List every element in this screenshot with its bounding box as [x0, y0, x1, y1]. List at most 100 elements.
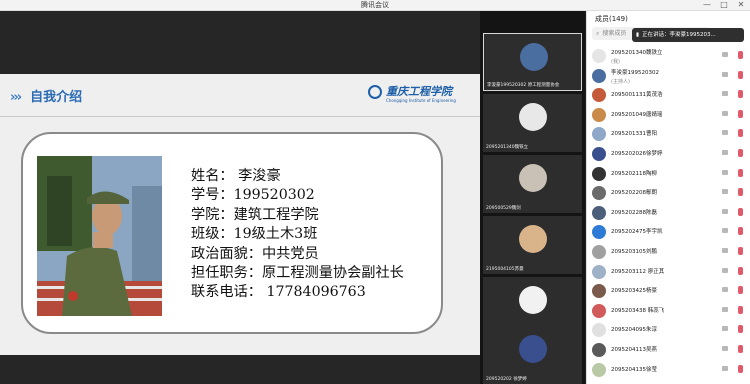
member-avatar: [592, 147, 606, 161]
mic-muted-icon[interactable]: [738, 51, 743, 59]
tile-name: 2195004105苏曼: [486, 267, 524, 272]
member-row[interactable]: 2095202118陶柳: [588, 165, 748, 183]
mic-muted-icon[interactable]: [738, 325, 743, 334]
member-row[interactable]: 2095203112 廖正其: [588, 263, 748, 281]
member-row[interactable]: 李浚豪199520302 (主持人): [588, 67, 748, 85]
video-tile[interactable]: 李浚豪199520302 原工程测量协会: [483, 33, 582, 91]
presentation-slide: ››› 自我介绍 重庆工程学院 Chongqing Institute of En…: [0, 74, 480, 355]
member-row[interactable]: 2095202208鄢朗: [588, 184, 748, 202]
mic-muted-icon[interactable]: [738, 286, 743, 295]
member-name: 2095203112 廖正其: [611, 268, 665, 275]
info-college: 学院：建筑工程学院: [191, 206, 319, 223]
mic-muted-icon[interactable]: [738, 266, 743, 275]
camera-off-icon: [722, 267, 728, 273]
mic-muted-icon[interactable]: [738, 70, 743, 79]
member-name: 2095202288陈磊: [611, 209, 657, 216]
member-name: 李浚豪199520302: [611, 69, 659, 76]
member-avatar: [592, 264, 606, 279]
member-row[interactable]: 2095202026徐梦婷: [588, 145, 748, 163]
member-avatar: [592, 303, 606, 318]
video-tile[interactable]: 209500529魏剑: [483, 155, 582, 213]
video-gallery[interactable]: 李浚豪199520302 原工程测量协会 2095201340魏铁立 20950…: [480, 11, 585, 384]
info-name: 姓名： 李浚豪: [191, 168, 281, 184]
speaker-icon: ▮: [636, 32, 640, 38]
slide-header: ››› 自我介绍: [10, 86, 82, 105]
slide-title: 自我介绍: [30, 90, 83, 105]
member-name: 2095204113吴燕: [611, 347, 657, 353]
camera-off-icon: [722, 346, 728, 351]
member-avatar: [592, 127, 606, 142]
video-tile[interactable]: 2195004105苏曼: [483, 216, 582, 274]
avatar: [519, 225, 547, 253]
member-row[interactable]: 2095203105刘鹏: [588, 243, 748, 261]
mic-muted-icon[interactable]: [738, 109, 743, 118]
member-name: 2095202475李宇凯: [611, 229, 663, 236]
member-avatar: [592, 166, 606, 181]
member-name: 2095201331曹阳: [611, 131, 657, 138]
member-name: 2095204135徐莹: [611, 366, 657, 373]
camera-off-icon: [722, 326, 728, 332]
mic-muted-icon[interactable]: [738, 364, 743, 373]
member-name: 2095202026徐梦婷: [611, 151, 663, 157]
member-avatar: [592, 284, 606, 299]
info-student-id: 学号：199520302: [191, 187, 315, 204]
mic-muted-icon[interactable]: [738, 129, 743, 138]
member-row[interactable]: 2095204095朱淳: [588, 321, 748, 339]
portrait-photo: [37, 156, 162, 316]
avatar: [519, 335, 547, 363]
tile-name: 李浚豪199520302 原工程测量协会: [487, 83, 560, 88]
member-row[interactable]: 2095203425杨豪: [588, 282, 748, 300]
member-avatar: [592, 205, 606, 220]
member-avatar: [592, 323, 606, 338]
member-row[interactable]: 2095202288陈磊: [588, 204, 748, 222]
camera-off-icon: [722, 150, 728, 155]
member-row[interactable]: 2095201049唐婧瑶: [588, 106, 748, 124]
camera-off-icon: [722, 248, 728, 253]
video-tile[interactable]: 2095201340魏铁立: [483, 94, 582, 152]
member-row[interactable]: 2095204113吴燕: [588, 341, 748, 359]
school-seal-icon: [368, 85, 382, 99]
member-avatar: [592, 225, 606, 240]
member-name: 2095203438 韩蕊飞: [611, 307, 665, 314]
mic-muted-icon[interactable]: [738, 305, 743, 314]
mic-muted-icon[interactable]: [738, 247, 743, 255]
member-row[interactable]: 2095204135徐莹: [588, 361, 748, 379]
member-avatar: [592, 107, 606, 122]
info-political-status: 政治面貌：中共党员: [191, 245, 319, 262]
member-row[interactable]: 2095001131黄茂浩: [588, 86, 748, 104]
mic-muted-icon[interactable]: [738, 90, 743, 99]
maximize-button[interactable]: □: [717, 0, 731, 10]
minimize-button[interactable]: —: [700, 0, 714, 10]
video-tile[interactable]: 209520202 徐梦婷: [483, 326, 582, 384]
member-avatar: [592, 49, 606, 63]
member-name: 2095204095朱淳: [611, 327, 657, 334]
speaking-text: 正在讲话：李浚豪1995203...: [642, 32, 716, 38]
mic-muted-icon[interactable]: [738, 168, 743, 177]
member-avatar: [592, 343, 606, 357]
mic-muted-icon[interactable]: [738, 227, 743, 236]
member-avatar: [592, 68, 606, 83]
camera-off-icon: [722, 52, 728, 57]
intro-info: 姓名： 李浚豪 学号：199520302 学院：建筑工程学院 班级：19级土木3…: [191, 167, 404, 303]
avatar: [519, 164, 547, 192]
logo-text-en: Chongqing Institute of Engineering: [386, 98, 456, 103]
camera-off-icon: [722, 71, 728, 77]
logo-text-cn: 重庆工程学院: [386, 85, 452, 98]
tile-name: 2095201340魏铁立: [486, 145, 529, 150]
avatar: [519, 103, 547, 131]
member-row[interactable]: 2095201340魏铁立 (我): [588, 47, 748, 65]
window-title: 腾讯会议: [361, 1, 389, 9]
mic-muted-icon[interactable]: [738, 345, 743, 353]
camera-off-icon: [722, 287, 728, 293]
member-row[interactable]: 2095203438 韩蕊飞: [588, 302, 748, 320]
search-placeholder: 搜索成员: [602, 30, 627, 37]
member-row[interactable]: 2095201331曹阳: [588, 125, 748, 143]
mic-muted-icon[interactable]: [738, 207, 743, 216]
mic-muted-icon[interactable]: [738, 188, 743, 197]
camera-off-icon: [722, 228, 728, 234]
member-row[interactable]: 2095202475李宇凯: [588, 223, 748, 241]
close-button[interactable]: ✕: [734, 0, 748, 10]
member-role: (我): [611, 59, 620, 65]
member-role: (主持人): [611, 78, 630, 85]
mic-muted-icon[interactable]: [738, 149, 743, 157]
